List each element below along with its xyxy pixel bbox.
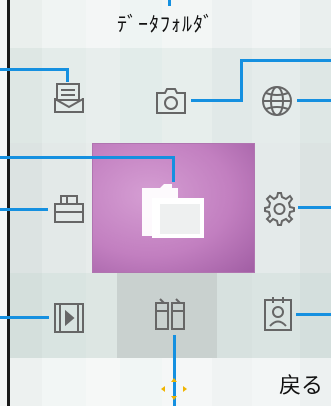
contact-icon[interactable] [258,295,298,335]
camera-icon[interactable] [151,81,191,121]
settings-icon[interactable] [258,187,298,227]
globe-icon[interactable] [257,81,297,121]
connector-line-mail-v [66,68,69,82]
connector-line-camera-v [240,59,243,100]
connector-line-globe [297,99,331,102]
connector-line-top [168,0,171,6]
connector-line-contact [296,313,331,316]
connector-line-toolbox [0,208,48,211]
back-softkey[interactable]: 戻る [279,368,323,400]
video-icon[interactable] [49,298,89,338]
connector-line-camera-top [240,59,331,62]
connector-line-video [0,316,49,319]
nav-cross-icon[interactable] [161,378,187,400]
connector-line-camera [191,99,243,102]
connector-line-mail [0,68,66,71]
folder-icon[interactable] [138,180,208,240]
page-title: ﾃﾞｰﾀﾌｫﾙﾀﾞ [117,12,214,36]
mail-icon[interactable] [49,78,89,118]
tools-icon[interactable] [150,295,190,335]
phone-screen: ﾃﾞｰﾀﾌｫﾙﾀﾞ 戻る [0,0,331,406]
connector-line-settings [298,206,331,209]
connector-line-folder-v [172,156,175,182]
tool-box-icon[interactable] [49,190,89,230]
left-edge-bar [0,0,10,406]
connector-line-folder [0,156,175,159]
